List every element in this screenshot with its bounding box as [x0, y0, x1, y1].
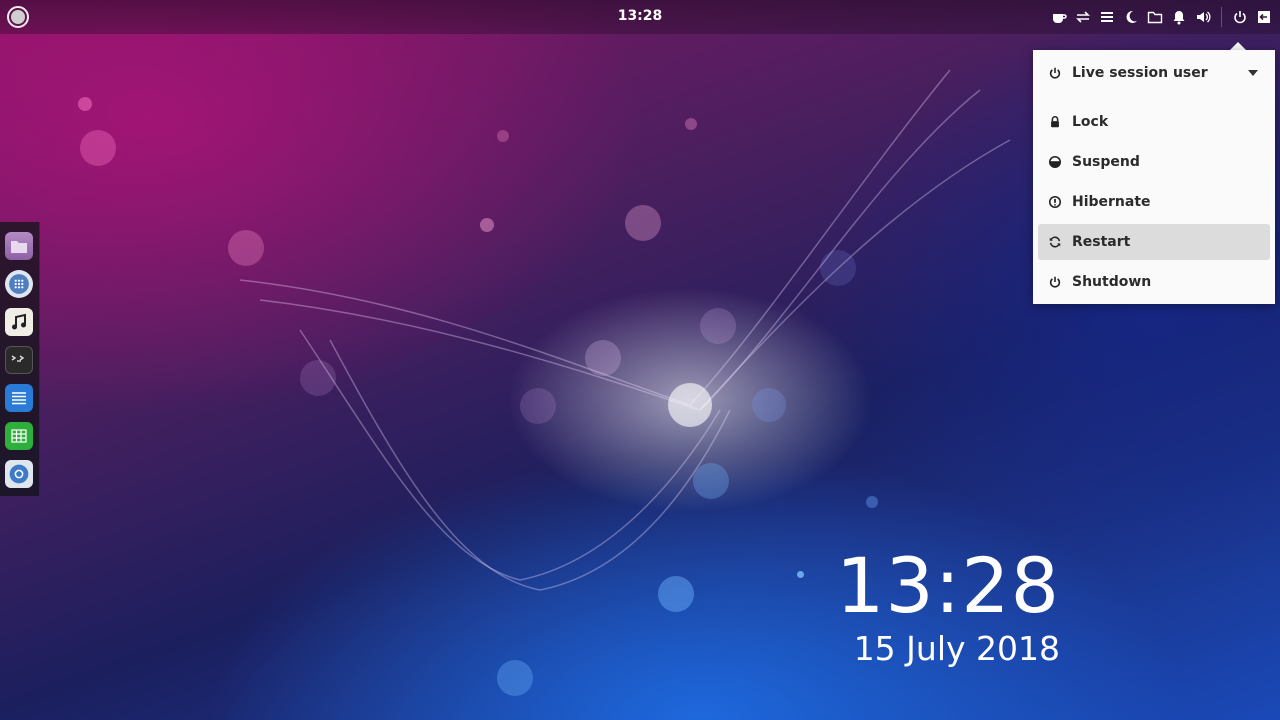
power-icon[interactable] — [1228, 0, 1252, 34]
folder-icon[interactable] — [1143, 0, 1167, 34]
wallpaper-bubble — [300, 360, 336, 396]
restart-icon — [1038, 235, 1072, 249]
chevron-down-icon[interactable] — [1248, 70, 1258, 76]
power-icon — [1038, 66, 1072, 80]
wallpaper-bubble — [497, 130, 509, 142]
browser-icon[interactable] — [5, 460, 33, 488]
wallpaper-bubble — [78, 97, 92, 111]
lock-menu-item[interactable]: Lock — [1038, 104, 1270, 140]
terminal-icon[interactable] — [5, 346, 33, 374]
desktop-clock-time: 13:28 — [835, 541, 1060, 630]
shutdown-label: Shutdown — [1072, 274, 1152, 290]
user-label: Live session user — [1072, 65, 1208, 81]
wallpaper-bubble — [228, 230, 264, 266]
restart-menu-item[interactable]: Restart — [1038, 224, 1270, 260]
hibernate-label: Hibernate — [1072, 194, 1151, 210]
wallpaper-bubble — [866, 496, 878, 508]
system-tray — [1047, 0, 1280, 34]
power-menu: Live session user Lock Suspend Hibernate… — [1033, 50, 1275, 304]
user-menu-item[interactable]: Live session user — [1038, 55, 1270, 91]
coffee-icon[interactable] — [1047, 0, 1071, 34]
restart-label: Restart — [1072, 234, 1131, 250]
text-editor-icon[interactable] — [5, 384, 33, 412]
transfer-icon[interactable] — [1071, 0, 1095, 34]
moon-icon[interactable] — [1119, 0, 1143, 34]
wallpaper-bubble — [585, 340, 621, 376]
tray-separator — [1221, 7, 1222, 27]
wallpaper-bubble — [700, 308, 736, 344]
wallpaper-bubble — [820, 250, 856, 286]
desktop-clock-date: 15 July 2018 — [853, 629, 1060, 668]
menu-icon[interactable] — [1095, 0, 1119, 34]
wallpaper-bubble — [480, 218, 494, 232]
wallpaper-bubble — [520, 388, 556, 424]
top-panel: 13:28 — [0, 0, 1280, 34]
wallpaper-bubble — [752, 388, 786, 422]
wallpaper-bubble — [625, 205, 661, 241]
wallpaper-bubble — [685, 118, 697, 130]
wallpaper-bubble — [658, 576, 694, 612]
bell-icon[interactable] — [1167, 0, 1191, 34]
app-grid-icon[interactable] — [5, 270, 33, 298]
wallpaper-bubble — [80, 130, 116, 166]
hibernate-menu-item[interactable]: Hibernate — [1038, 184, 1270, 220]
lock-label: Lock — [1072, 114, 1109, 130]
logout-icon[interactable] — [1252, 0, 1276, 34]
lock-icon — [1038, 115, 1072, 129]
files-icon[interactable] — [5, 232, 33, 260]
suspend-menu-item[interactable]: Suspend — [1038, 144, 1270, 180]
wallpaper-bubble — [497, 660, 533, 696]
volume-icon[interactable] — [1191, 0, 1215, 34]
music-icon[interactable] — [5, 308, 33, 336]
spreadsheet-icon[interactable] — [5, 422, 33, 450]
hibernate-icon — [1038, 195, 1072, 209]
dock — [0, 222, 40, 496]
shutdown-menu-item[interactable]: Shutdown — [1038, 264, 1270, 300]
menu-pointer — [1230, 42, 1246, 50]
power-icon — [1038, 275, 1072, 289]
wallpaper-bubble — [693, 463, 729, 499]
suspend-label: Suspend — [1072, 154, 1140, 170]
wallpaper-bubble — [797, 571, 804, 578]
suspend-icon — [1038, 155, 1072, 169]
